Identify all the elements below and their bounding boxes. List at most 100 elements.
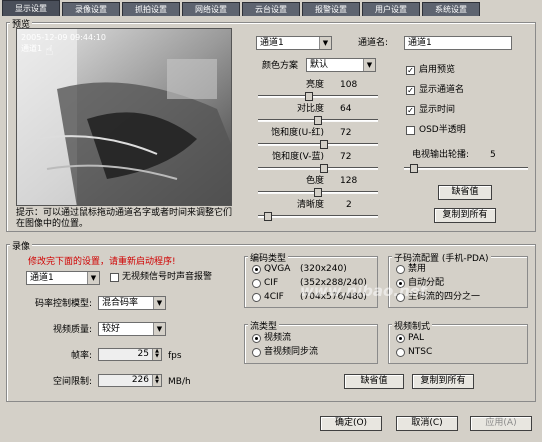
saturation-u-slider-thumb[interactable] xyxy=(319,140,328,149)
channel-name-label: 通道名: xyxy=(358,38,389,48)
tab-bar: 显示设置 录像设置 抓拍设置 网络设置 云台设置 报警设置 用户设置 系统设置 xyxy=(0,0,542,16)
encoding-group-label: 编码类型 xyxy=(248,251,289,264)
sub-stream-disabled-radio[interactable] xyxy=(396,265,405,274)
stream-video-radio[interactable] xyxy=(252,334,261,343)
video-format-group-label: 视频制式 xyxy=(392,319,433,332)
cancel-button[interactable]: 取消(C) xyxy=(396,416,458,431)
color-scheme-select[interactable]: 默认 ▼ xyxy=(306,58,376,72)
encoding-cif-radio[interactable] xyxy=(252,279,261,288)
sub-stream-disabled-label: 禁用 xyxy=(408,264,427,274)
tv-output-label: 电视输出轮播: xyxy=(412,150,470,160)
tab-system[interactable]: 系统设置 xyxy=(422,2,480,16)
chevron-down-icon: ▼ xyxy=(363,59,375,71)
saturation-u-value: 72 xyxy=(340,128,352,138)
video-preview[interactable]: 2005-12-09 09:44:10 通道1 ☝ xyxy=(16,28,232,206)
brightness-value: 108 xyxy=(340,80,358,90)
display-default-button[interactable]: 缺省值 xyxy=(438,185,492,200)
sharpness-slider-thumb[interactable] xyxy=(263,212,272,221)
enable-preview-label: 启用预览 xyxy=(419,65,456,75)
hue-slider-thumb[interactable] xyxy=(314,188,322,197)
record-default-button[interactable]: 缺省值 xyxy=(344,374,404,389)
chevron-down-icon: ▼ xyxy=(153,323,165,335)
saturation-v-label: 饱和度(V-蓝) xyxy=(272,152,324,162)
apply-button[interactable]: 应用(A) xyxy=(470,416,532,431)
frame-rate-spinner[interactable]: 25 ▲ ▼ xyxy=(98,348,162,361)
preview-hint: 提示：可以通过鼠标拖动通道名字或者时间来调整它们在图像中的位置。 xyxy=(16,208,233,229)
tv-output-slider-thumb[interactable] xyxy=(409,164,418,173)
display-copy-all-button[interactable]: 复制到所有 xyxy=(434,208,496,223)
video-quality-select[interactable]: 较好 ▼ xyxy=(98,322,166,336)
osd-translucent-checkbox[interactable] xyxy=(406,126,415,135)
saturation-v-slider-thumb[interactable] xyxy=(319,164,328,173)
video-format-pal-radio[interactable] xyxy=(396,334,405,343)
video-quality-value: 较好 xyxy=(102,324,121,334)
saturation-v-slider[interactable] xyxy=(258,167,378,170)
tab-record[interactable]: 录像设置 xyxy=(62,2,120,16)
color-scheme-label: 颜色方案 xyxy=(262,61,299,71)
sharpness-value: 2 xyxy=(346,200,352,210)
space-limit-label: 空间限制: xyxy=(52,377,92,387)
contrast-value: 64 xyxy=(340,104,352,114)
sharpness-slider[interactable] xyxy=(258,215,378,218)
brightness-label: 亮度 xyxy=(305,80,324,90)
show-time-checkbox[interactable]: ✓ xyxy=(406,106,415,115)
hand-cursor-icon: ☝ xyxy=(45,43,54,59)
encoding-4cif-radio[interactable] xyxy=(252,293,261,302)
tab-users[interactable]: 用户设置 xyxy=(362,2,420,16)
show-channel-name-checkbox[interactable]: ✓ xyxy=(406,86,415,95)
rate-mode-select[interactable]: 混合码率 ▼ xyxy=(98,296,166,310)
tab-snapshot[interactable]: 抓拍设置 xyxy=(122,2,180,16)
record-channel-value: 通道1 xyxy=(30,273,54,283)
contrast-slider-thumb[interactable] xyxy=(314,116,322,125)
tab-display[interactable]: 显示设置 xyxy=(2,0,60,16)
saturation-u-label: 饱和度(U-红) xyxy=(271,128,324,138)
stream-av-sync-radio[interactable] xyxy=(252,348,261,357)
chevron-down-icon: ▼ xyxy=(87,272,99,284)
record-channel-select[interactable]: 通道1 ▼ xyxy=(26,271,100,285)
frame-rate-label: 帧率: xyxy=(70,351,92,361)
saturation-u-slider[interactable] xyxy=(258,143,378,146)
chevron-down-icon: ▼ xyxy=(319,37,331,49)
sub-stream-group-label: 子码流配置 (手机-PDA) xyxy=(392,251,491,264)
spin-arrows-icon[interactable]: ▲ ▼ xyxy=(152,349,161,360)
tv-output-slider[interactable] xyxy=(404,167,528,170)
stream-av-sync-label: 音视频同步流 xyxy=(264,347,319,357)
record-group-label: 录像 xyxy=(10,239,33,252)
encoding-qvga-res: (320x240) xyxy=(300,264,347,274)
hue-label: 色度 xyxy=(305,176,324,186)
video-quality-label: 视频质量: xyxy=(52,325,92,335)
video-format-ntsc-radio[interactable] xyxy=(396,348,405,357)
spin-arrows-icon[interactable]: ▲ ▼ xyxy=(152,375,161,386)
channel-select[interactable]: 通道1 ▼ xyxy=(256,36,332,50)
record-copy-all-button[interactable]: 复制到所有 xyxy=(412,374,474,389)
enable-preview-checkbox[interactable]: ✓ xyxy=(406,66,415,75)
tab-network[interactable]: 网络设置 xyxy=(182,2,240,16)
no-video-alarm-label: 无视频信号时声音报警 xyxy=(122,272,213,282)
overlay-channel-name[interactable]: 通道1 xyxy=(21,43,42,54)
brightness-slider[interactable] xyxy=(258,95,378,98)
rate-mode-value: 混合码率 xyxy=(102,298,139,308)
restart-warning: 修改完下面的设置，请重新启动程序! xyxy=(28,257,176,267)
tab-alarm[interactable]: 报警设置 xyxy=(302,2,360,16)
video-format-pal-label: PAL xyxy=(408,333,425,343)
channel-name-input[interactable]: 通道1 xyxy=(404,36,512,50)
video-format-ntsc-label: NTSC xyxy=(408,347,433,357)
saturation-v-value: 72 xyxy=(340,152,352,162)
sharpness-label: 清晰度 xyxy=(296,200,324,210)
no-video-alarm-checkbox[interactable] xyxy=(110,273,119,282)
overlay-time[interactable]: 2005-12-09 09:44:10 xyxy=(21,32,106,43)
brightness-slider-thumb[interactable] xyxy=(305,92,314,101)
tab-ptz[interactable]: 云台设置 xyxy=(242,2,300,16)
channel-select-value: 通道1 xyxy=(260,38,284,48)
space-limit-spinner[interactable]: 226 ▲ ▼ xyxy=(98,374,162,387)
frame-rate-unit: fps xyxy=(168,351,182,361)
space-limit-value: 226 xyxy=(131,375,149,385)
encoding-qvga-label: QVGA xyxy=(264,264,291,274)
contrast-label: 对比度 xyxy=(296,104,324,114)
color-scheme-value: 默认 xyxy=(310,60,329,70)
show-channel-name-label: 显示通道名 xyxy=(419,85,465,95)
frame-rate-value: 25 xyxy=(137,349,149,359)
ok-button[interactable]: 确定(O) xyxy=(320,416,382,431)
encoding-qvga-radio[interactable] xyxy=(252,265,261,274)
osd-translucent-label: OSD半透明 xyxy=(419,125,466,135)
